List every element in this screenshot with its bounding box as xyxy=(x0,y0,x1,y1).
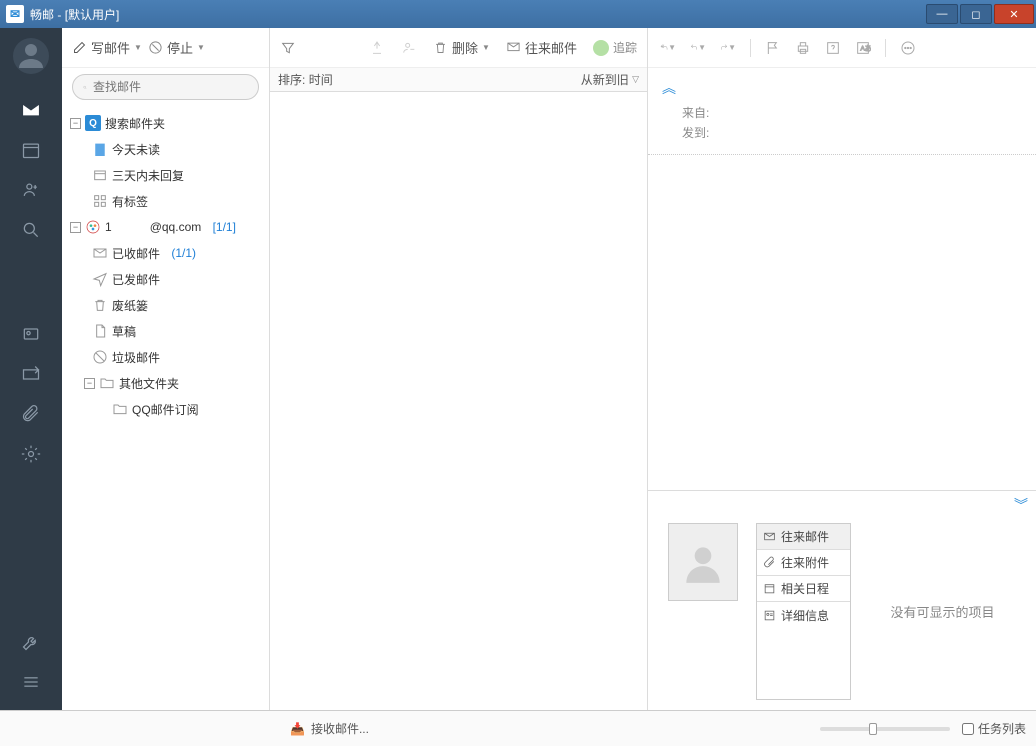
tree-trash[interactable]: 废纸篓 xyxy=(62,292,269,318)
nav-contacts-icon[interactable] xyxy=(13,172,49,208)
search-box[interactable] xyxy=(72,74,259,100)
nav-attachment-icon[interactable] xyxy=(13,396,49,432)
zoom-slider[interactable] xyxy=(820,727,950,731)
filter-icon[interactable] xyxy=(280,40,296,56)
reply-all-icon[interactable]: ▼ xyxy=(660,40,676,56)
list-toolbar: 删除▼ 往来邮件 追踪 xyxy=(270,28,647,68)
empty-label: 没有可显示的项目 xyxy=(859,523,1026,700)
preview-toolbar: ▼ ▼ ▼ Aあ xyxy=(648,28,1036,68)
encoding-icon[interactable]: Aあ xyxy=(855,40,871,56)
compose-button[interactable]: 写邮件▼ xyxy=(72,38,142,57)
tab-related-mail[interactable]: 往来邮件 xyxy=(757,524,850,550)
contact-photo xyxy=(668,523,738,601)
tree-today-unread[interactable]: ▇今天未读 xyxy=(62,136,269,162)
nav-outbox-icon[interactable] xyxy=(13,356,49,392)
tree-spam[interactable]: 垃圾邮件 xyxy=(62,344,269,370)
maximize-button[interactable]: ◻ xyxy=(960,4,992,24)
tree-qq-sub[interactable]: QQ邮件订阅 xyxy=(62,396,269,422)
app-icon: ✉ xyxy=(6,5,24,23)
message-header: ︽ 来自: 发到: xyxy=(648,68,1036,155)
track-button[interactable]: 追踪 xyxy=(593,39,637,56)
left-navbar xyxy=(0,28,62,710)
titlebar: ✉ 畅邮 - [默认用户] — ◻ ✕ xyxy=(0,0,1036,28)
stop-button[interactable]: 停止▼ xyxy=(148,38,205,57)
preview-panel: ▼ ▼ ▼ Aあ ︽ 来自: 发到: ︾ xyxy=(648,28,1036,710)
delete-button[interactable]: 删除▼ xyxy=(433,38,490,57)
folder-tree: − Q 搜索邮件夹 ▇今天未读 三天内未回复 有标签 − 1 @qq.com [… xyxy=(62,106,269,710)
nav-mail-icon[interactable] xyxy=(13,92,49,128)
tree-inbox[interactable]: 已收邮件 (1/1) xyxy=(62,240,269,266)
print-icon[interactable] xyxy=(795,40,811,56)
folder-toolbar: 写邮件▼ 停止▼ xyxy=(62,28,269,68)
minimize-button[interactable]: — xyxy=(926,4,958,24)
more-icon[interactable] xyxy=(900,40,916,56)
receiving-icon: 📥 xyxy=(290,722,305,736)
status-text: 接收邮件... xyxy=(311,720,369,737)
tree-sent[interactable]: 已发邮件 xyxy=(62,266,269,292)
app-title: 畅邮 - [默认用户] xyxy=(30,6,119,23)
nav-search-icon[interactable] xyxy=(13,212,49,248)
svg-text:Aあ: Aあ xyxy=(860,44,871,52)
folder-panel: 写邮件▼ 停止▼ − Q 搜索邮件夹 ▇今天未读 三天内未回复 xyxy=(62,28,270,710)
tab-related-attach[interactable]: 往来附件 xyxy=(757,550,850,576)
help-icon[interactable] xyxy=(825,40,841,56)
statusbar: 📥 接收邮件... 任务列表 xyxy=(0,710,1036,746)
pin-icon[interactable] xyxy=(369,40,385,56)
nav-tools-icon[interactable] xyxy=(13,624,49,660)
flag-icon[interactable] xyxy=(765,40,781,56)
reply-icon[interactable]: ▼ xyxy=(690,40,706,56)
from-label: 来自: xyxy=(682,106,709,120)
tree-other-folders[interactable]: − 其他文件夹 xyxy=(62,370,269,396)
nav-menu-icon[interactable] xyxy=(13,664,49,700)
message-list xyxy=(270,92,647,710)
nav-settings-icon[interactable] xyxy=(13,436,49,472)
avatar[interactable] xyxy=(13,38,49,74)
to-label: 发到: xyxy=(682,126,709,140)
nav-calendar-icon[interactable] xyxy=(13,132,49,168)
contact-tabs: 往来邮件 往来附件 相关日程 详细信息 xyxy=(756,523,851,700)
contact-panel: ︾ 往来邮件 往来附件 相关日程 详细信息 没有可显示的项目 xyxy=(648,490,1036,710)
tree-search-folder[interactable]: − Q 搜索邮件夹 xyxy=(62,110,269,136)
tab-related-calendar[interactable]: 相关日程 xyxy=(757,576,850,602)
tree-tagged[interactable]: 有标签 xyxy=(62,188,269,214)
forward-icon[interactable]: ▼ xyxy=(720,40,736,56)
tree-draft[interactable]: 草稿 xyxy=(62,318,269,344)
message-body xyxy=(648,155,1036,490)
tasklist-checkbox[interactable]: 任务列表 xyxy=(962,720,1026,737)
related-mail-button[interactable]: 往来邮件 xyxy=(506,38,577,57)
collapse-header-icon[interactable]: ︽ xyxy=(662,78,1022,98)
tree-three-days[interactable]: 三天内未回复 xyxy=(62,162,269,188)
close-button[interactable]: ✕ xyxy=(994,4,1034,24)
expand-contact-icon[interactable]: ︾ xyxy=(648,491,1036,519)
nav-card-icon[interactable] xyxy=(13,316,49,352)
tree-account[interactable]: − 1 @qq.com [1/1] xyxy=(62,214,269,240)
sort-bar[interactable]: 排序: 时间 从新到旧 ▽ xyxy=(270,68,647,92)
assign-icon[interactable] xyxy=(401,40,417,56)
search-input[interactable] xyxy=(93,80,248,94)
message-list-panel: 删除▼ 往来邮件 追踪 排序: 时间 从新到旧 ▽ xyxy=(270,28,648,710)
tab-detail[interactable]: 详细信息 xyxy=(757,602,850,628)
